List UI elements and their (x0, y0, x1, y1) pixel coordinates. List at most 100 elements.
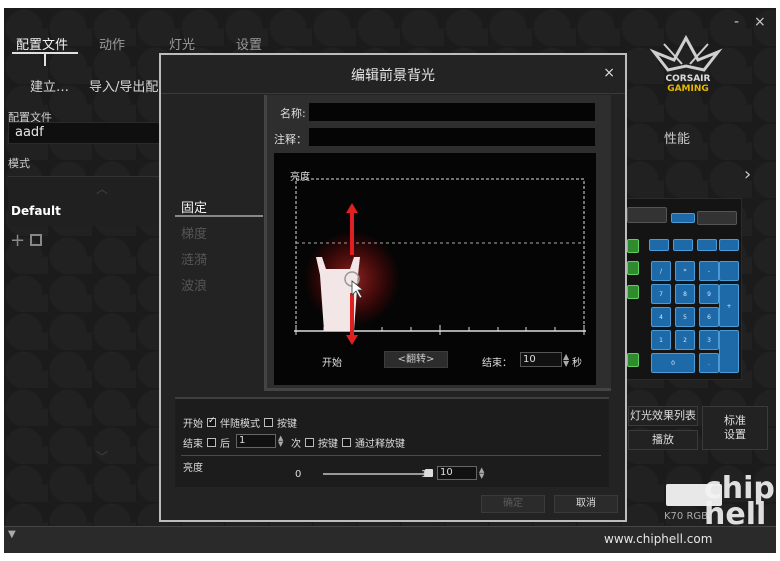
tab-lighting[interactable]: 灯光 (169, 34, 195, 53)
corsair-wordmark: CORSAIR GAMING (650, 74, 726, 94)
keyboard-preview: / * - 7 8 9 4 5 6 1 2 3 +0. (620, 198, 742, 380)
start-key-label: 按键 (277, 419, 297, 430)
keyboard-key-green[interactable] (627, 353, 639, 367)
chevron-up-icon[interactable]: ︿ (96, 180, 108, 197)
effect-tab-fixed[interactable]: 固定 (181, 197, 207, 216)
end-label: 结束： (482, 358, 512, 369)
keypad-key[interactable]: * (675, 261, 695, 281)
ok-button[interactable]: 确定 (481, 495, 545, 513)
keyboard-volume-roller[interactable] (697, 211, 737, 225)
brightness-stepper[interactable]: ▲ ▼ (479, 467, 484, 480)
corsair-utility-window: 配置文件 动作 灯光 设置 建立… 导入/导出配 配置文件 aadf 模式 ︿ … (4, 8, 776, 553)
minimize-button[interactable]: - (734, 14, 739, 30)
keypad-key-minus[interactable] (719, 261, 739, 281)
keypad-key[interactable]: 8 (675, 284, 695, 304)
keyboard-key-green[interactable] (627, 239, 639, 253)
flip-button[interactable]: <翻转> (384, 351, 448, 368)
start-trigger-label: 开始 (183, 419, 203, 430)
end-key-label: 按键 (318, 439, 338, 450)
import-icon[interactable] (30, 234, 42, 246)
brightness-slider-track[interactable] (323, 473, 431, 475)
keypad-key-plus[interactable]: + (719, 284, 739, 327)
seconds-unit: 秒 (572, 358, 582, 369)
keypad-key[interactable]: - (699, 261, 719, 281)
keypad-key[interactable]: 7 (651, 284, 671, 304)
keyboard-key-nav[interactable] (649, 239, 669, 251)
mode-item-default[interactable]: Default (11, 204, 61, 218)
brightness-min-label: 0 (295, 469, 302, 480)
cancel-button[interactable]: 取消 (554, 495, 618, 513)
watermark-url: www.chiphell.com (604, 532, 713, 546)
keyboard-key-nav[interactable] (673, 239, 693, 251)
keypad-key-enter[interactable] (719, 330, 739, 373)
keyboard-model-label: K70 RGB (664, 511, 709, 522)
close-window-button[interactable]: × (754, 14, 766, 30)
dialog-title-divider (161, 93, 625, 94)
release-key-checkbox[interactable] (342, 438, 351, 447)
standard-settings-button[interactable]: 标准 设置 (702, 406, 768, 450)
end-key-checkbox[interactable] (305, 438, 314, 447)
brightness-label: 亮度 (183, 463, 203, 474)
import-export-link[interactable]: 导入/导出配 (89, 76, 158, 95)
effect-editor-panel: 名称: 注释： 亮度 开始 <翻转> 结束： 10 ▲ ▼ 秒 (264, 95, 611, 391)
keyboard-media-keys[interactable] (627, 207, 667, 223)
keypad-key[interactable]: 4 (651, 307, 671, 327)
tab-settings[interactable]: 设置 (236, 34, 262, 53)
note-label: 注释： (274, 133, 307, 146)
keyboard-key-nav[interactable] (697, 239, 717, 251)
chevron-down-icon[interactable]: ﹀ (96, 448, 108, 465)
brightness-max-label: 10 (421, 469, 434, 480)
arrow-up-icon[interactable] (346, 203, 358, 213)
keypad-key[interactable]: 5 (675, 307, 695, 327)
keypad-key[interactable]: 6 (699, 307, 719, 327)
mode-label: 模式 (8, 157, 30, 170)
active-tab-connector (44, 52, 46, 66)
performance-tab[interactable]: 性能 (664, 128, 690, 147)
keyboard-key-green[interactable] (627, 261, 639, 275)
profile-select[interactable]: aadf (8, 122, 160, 144)
chevron-right-icon[interactable]: › (744, 164, 751, 185)
start-label: 开始 (322, 358, 342, 369)
brand-line-1: CORSAIR (665, 74, 711, 84)
name-label: 名称: (280, 107, 306, 120)
dialog-close-button[interactable]: × (603, 65, 615, 81)
keypad-key[interactable]: 2 (675, 330, 695, 350)
start-key-checkbox[interactable] (264, 418, 273, 427)
keypad-key[interactable]: 9 (699, 284, 719, 304)
keyboard-key-nav[interactable] (719, 239, 739, 251)
after-count-stepper[interactable]: ▲ ▼ (278, 435, 283, 448)
keypad-key-dot[interactable]: . (699, 353, 719, 373)
create-profile-link[interactable]: 建立… (30, 76, 69, 95)
effect-tab-indicator (175, 215, 263, 217)
keypad-key[interactable]: 1 (651, 330, 671, 350)
dialog-title: 编辑前景背光 (351, 68, 435, 84)
after-count-input[interactable]: 1 (236, 434, 276, 448)
end-seconds-input[interactable]: 10 (520, 352, 562, 367)
play-button[interactable]: 播放 (628, 430, 698, 450)
after-checkbox[interactable] (207, 438, 216, 447)
keypad-key[interactable]: 3 (699, 330, 719, 350)
effect-tab-ripple[interactable]: 涟漪 (181, 249, 207, 268)
brightness-value-input[interactable]: 10 (437, 466, 477, 480)
times-label: 次 (291, 439, 301, 450)
keypad-key[interactable]: / (651, 261, 671, 281)
tab-actions[interactable]: 动作 (99, 34, 125, 53)
follow-mode-checkbox[interactable] (207, 416, 216, 427)
watermark-logo: chip hell (704, 471, 775, 532)
tab-profiles[interactable]: 配置文件 (16, 34, 68, 53)
follow-mode-label: 伴随模式 (220, 419, 260, 430)
keyboard-key-indicator[interactable] (671, 213, 695, 223)
expand-arrow-icon[interactable]: ▼ (8, 529, 16, 540)
name-input[interactable] (309, 103, 595, 121)
keyboard-key-green[interactable] (627, 285, 639, 299)
effect-tab-wave[interactable]: 波浪 (181, 275, 207, 294)
arrow-down-icon[interactable] (346, 335, 358, 345)
effect-tab-gradient[interactable]: 梯度 (181, 223, 207, 242)
end-seconds-stepper[interactable]: ▲ ▼ (563, 353, 569, 368)
keypad-key-zero[interactable]: 0 (651, 353, 695, 373)
lighting-list-button[interactable]: 灯光效果列表 (628, 406, 698, 426)
edit-backlight-dialog: 编辑前景背光 × 固定 梯度 涟漪 波浪 名称: 注释： 亮度 开始 <翻转> … (159, 53, 627, 522)
plus-icon[interactable]: + (10, 230, 25, 251)
note-input[interactable] (309, 128, 595, 146)
mode-list (8, 176, 160, 226)
